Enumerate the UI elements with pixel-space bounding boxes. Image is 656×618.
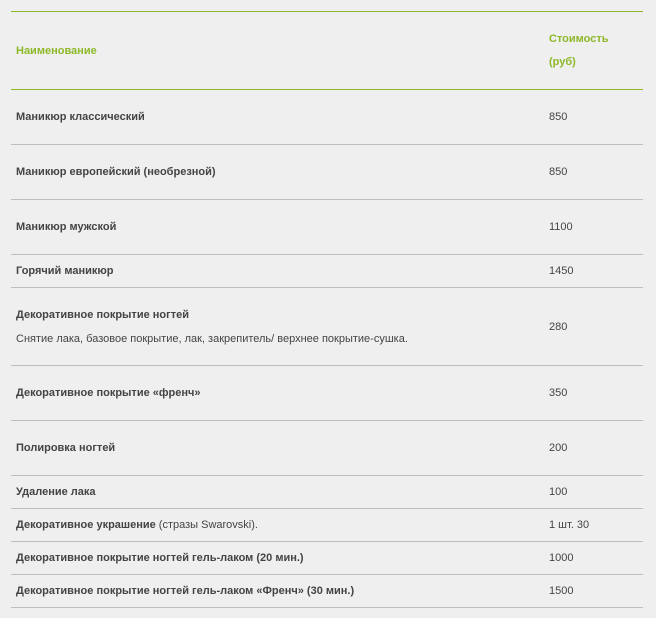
header-price-line1: Стоимость	[549, 32, 609, 45]
service-description: Снятие лака, базовое покрытие, лак, закр…	[16, 332, 408, 345]
service-name: Горячий маникюр	[16, 265, 114, 277]
service-price: 350	[549, 387, 568, 399]
table-row: Маникюр мужской 1100	[11, 200, 643, 255]
service-price: 1100	[549, 221, 573, 233]
service-price: 850	[549, 111, 568, 123]
service-name: Полировка ногтей	[16, 442, 116, 454]
table-row: Маникюр классический 850	[11, 90, 643, 145]
header-price: Стоимость (руб)	[549, 28, 643, 74]
table-row: Декоративное покрытие ногтей гель-лаком …	[11, 542, 643, 575]
service-name: Декоративное покрытие ногтей	[16, 308, 189, 321]
table-row: Декоративное покрытие ногтей гель-лаком …	[11, 575, 643, 608]
service-name: Декоративное украшение	[16, 519, 156, 531]
table-header: Наименование Стоимость (руб)	[11, 12, 643, 90]
service-price: 100	[549, 486, 568, 498]
header-name: Наименование	[16, 44, 97, 57]
service-name: Маникюр классический	[16, 111, 145, 123]
table-row: Удаление лака 100	[11, 476, 643, 509]
service-name: Маникюр европейский (необрезной)	[16, 166, 216, 178]
service-price: 1500	[549, 585, 574, 597]
service-name: Маникюр мужской	[16, 221, 117, 233]
table-row: Декоративное покрытие «френч» 350	[11, 366, 643, 421]
service-price: 1 шт. 30	[549, 519, 590, 531]
service-price: 1000	[549, 552, 574, 564]
table-row: Полировка ногтей 200	[11, 421, 643, 476]
service-price: 1450	[549, 265, 574, 277]
header-price-line2: (руб)	[549, 55, 576, 68]
price-table: Наименование Стоимость (руб) Маникюр кла…	[11, 11, 643, 608]
service-name: Удаление лака	[16, 486, 96, 498]
service-note: (стразы Swarovski).	[155, 519, 258, 531]
table-row: Декоративное украшение (стразы Swarovski…	[11, 509, 643, 542]
service-price: 850	[549, 166, 568, 178]
table-row: Декоративное покрытие ногтей Снятие лака…	[11, 288, 643, 366]
service-name: Декоративное покрытие «френч»	[16, 387, 201, 399]
service-name: Декоративное покрытие ногтей гель-лаком …	[16, 552, 304, 564]
table-row: Горячий маникюр 1450	[11, 255, 643, 288]
table-row: Маникюр европейский (необрезной) 850	[11, 145, 643, 200]
service-name: Декоративное покрытие ногтей гель-лаком …	[16, 585, 355, 597]
service-price: 280	[549, 320, 568, 333]
service-price: 200	[549, 442, 568, 454]
